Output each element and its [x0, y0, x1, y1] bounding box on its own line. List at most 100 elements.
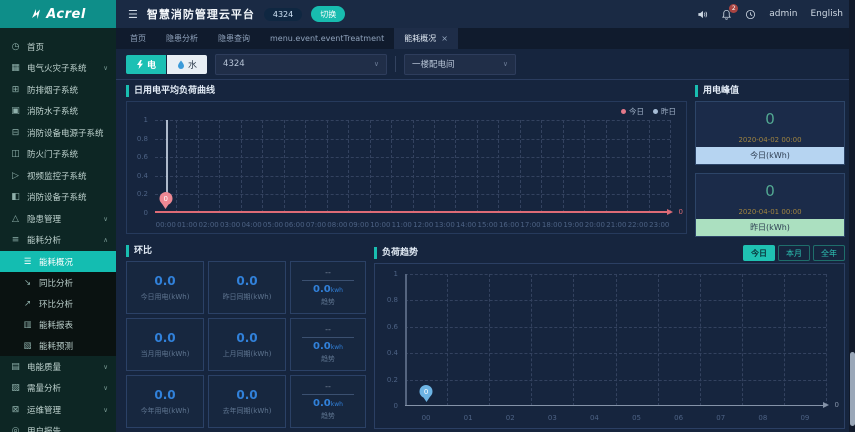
tab-event-treatment[interactable]: menu.event.eventTreatment — [260, 28, 394, 49]
electric-toggle-button[interactable]: 电 — [126, 54, 167, 74]
load-trend-chart[interactable]: 0 0.2 0.4 0.6 0.8 1 0 0 00 01 02 03 04 05 06 07 08 09 — [375, 264, 844, 428]
sidebar-item-label: 首页 — [27, 42, 45, 53]
x-tick-label: 09 — [800, 414, 810, 422]
trend-stat-card: -- 0.0kwh 趋势 — [290, 318, 366, 371]
y-tick-label: 0.8 — [386, 296, 398, 305]
sidebar-item-home[interactable]: 首页 — [0, 36, 116, 58]
sidebar-item-label: 电气火灾子系统 — [27, 64, 87, 75]
sidebar-item-label: 能耗分析 — [27, 236, 62, 247]
axis-end-label: 0 — [678, 208, 683, 216]
submenu-item-label: 同比分析 — [39, 278, 74, 289]
x-tick-label: 10:00 — [370, 221, 391, 229]
x-tick-label: 13:00 — [434, 221, 455, 229]
sidebar-item-user-report[interactable]: 用户报告 — [0, 421, 116, 432]
switch-button[interactable]: 切换 — [311, 6, 346, 22]
sidebar-item-electrical-fire[interactable]: 电气火灾子系统 — [0, 58, 116, 80]
sidebar-item-label: 防火门子系统 — [27, 150, 79, 161]
energy-overview-icon — [22, 257, 33, 267]
language-switch[interactable]: English — [811, 9, 844, 19]
axis-end-label: 0 — [834, 401, 839, 409]
brand-logo[interactable]: Acrel — [0, 0, 116, 28]
close-icon[interactable] — [441, 34, 448, 43]
y-tick-label: 0.2 — [386, 375, 398, 384]
y-tick-label: 0.4 — [386, 349, 398, 358]
tab-home[interactable]: 首页 — [120, 28, 156, 49]
sidebar-item-fire-door[interactable]: 防火门子系统 — [0, 144, 116, 166]
sidebar-item-label: 消防设备电源子系统 — [27, 128, 104, 139]
tab-hazard-analysis[interactable]: 隐患分析 — [156, 28, 208, 49]
chevron-down-icon — [99, 363, 108, 371]
device-select[interactable]: 4324 ∨ — [215, 53, 388, 75]
y-tick-label: 1 — [143, 116, 148, 124]
sidebar-item-video-monitor[interactable]: 视频监控子系统 — [0, 165, 116, 187]
plot-area[interactable]: 0 0 — [155, 120, 683, 216]
water-toggle-button[interactable]: 水 — [167, 54, 208, 74]
home-icon — [10, 42, 21, 52]
power-quality-icon — [10, 362, 21, 372]
smoke-control-icon — [10, 85, 21, 95]
legend-item-today[interactable]: 今日 — [621, 106, 644, 117]
x-tick-label: 08 — [758, 414, 768, 422]
x-tick-label: 21:00 — [606, 221, 627, 229]
sidebar-item-ops-management[interactable]: 运维管理 — [0, 399, 116, 421]
trend-separator — [302, 336, 354, 338]
stat-value: 0.0 — [236, 330, 258, 345]
x-tick-label: 22:00 — [627, 221, 648, 229]
range-month-button[interactable]: 本月 — [778, 245, 810, 261]
daily-load-chart[interactable]: 0 0.2 0.4 0.6 0.8 1 0 0 00:00 01:00 02:00 03:00 0… — [127, 102, 686, 233]
range-today-button[interactable]: 今日 — [743, 245, 775, 261]
trend-label: 趋势 — [321, 411, 335, 420]
peak-card-today: 0 2020-04-02 00:00 今日(kWh) — [695, 101, 845, 165]
scrollbar-thumb[interactable] — [849, 352, 855, 426]
fire-power-icon — [10, 128, 21, 138]
power-peak-panel: 用电峰值 0 2020-04-02 00:00 今日(kWh) 0 2020-0… — [695, 85, 845, 237]
bell-icon[interactable]: 2 — [721, 3, 739, 20]
x-tick-label: 07 — [716, 414, 726, 422]
sidebar-item-smoke-control[interactable]: 防排烟子系统 — [0, 79, 116, 101]
trend-separator — [302, 393, 354, 395]
y-axis: 0 0.2 0.4 0.6 0.8 1 — [375, 270, 402, 410]
tab-energy-overview[interactable]: 能耗概况 — [394, 28, 458, 49]
x-tick-label: 18:00 — [541, 221, 563, 229]
trend-value-number: 0.0 — [313, 340, 331, 352]
legend-item-yesterday[interactable]: 昨日 — [653, 106, 676, 117]
submenu-item-energy-forecast[interactable]: 能耗预测 — [0, 335, 116, 356]
stat-card: 0.0 去年同期(kWh) — [208, 375, 286, 428]
sidebar-item-hazard-management[interactable]: 隐患管理 — [0, 208, 116, 230]
sidebar-item-fire-water[interactable]: 消防水子系统 — [0, 101, 116, 123]
sidebar-item-energy-analysis[interactable]: 能耗分析 — [0, 230, 116, 252]
x-tick-label: 07:00 — [305, 221, 327, 229]
tab-label: 首页 — [130, 34, 146, 43]
sidebar-item-power-quality[interactable]: 电能质量 — [0, 356, 116, 378]
trend-stat-card: -- 0.0kwh 趋势 — [290, 375, 366, 428]
submenu-item-energy-report[interactable]: 能耗报表 — [0, 314, 116, 335]
stat-value: 0.0 — [154, 273, 176, 288]
tab-hazard-query[interactable]: 隐患查询 — [208, 28, 260, 49]
y-tick-label: 0 — [143, 209, 148, 217]
submenu-item-energy-overview[interactable]: 能耗概况 — [0, 251, 116, 272]
x-tick-label: 11:00 — [391, 221, 412, 229]
range-year-button[interactable]: 全年 — [813, 245, 845, 261]
peak-label-bar: 今日(kWh) — [696, 147, 844, 164]
stat-card: 0.0 今日用电(kWh) — [126, 261, 204, 314]
sidebar-item-fire-equipment-power[interactable]: 消防设备电源子系统 — [0, 122, 116, 144]
sidebar-item-fire-equipment[interactable]: 消防设备子系统 — [0, 187, 116, 209]
clock-icon[interactable] — [745, 9, 756, 20]
submenu-item-yoy-analysis[interactable]: 同比分析 — [0, 272, 116, 293]
station-badge: 4324 — [263, 7, 303, 21]
tab-label: 隐患分析 — [166, 34, 198, 43]
submenu-item-mom-analysis[interactable]: 环比分析 — [0, 293, 116, 314]
sidebar-item-demand-analysis[interactable]: 需量分析 — [0, 378, 116, 400]
user-name[interactable]: admin — [769, 9, 797, 19]
x-tick-label: 14:00 — [456, 221, 477, 229]
energy-forecast-icon — [22, 341, 33, 351]
trend-stat-card: -- 0.0kwh 趋势 — [290, 261, 366, 314]
y-tick-label: 1 — [393, 270, 398, 278]
stat-label: 去年同期(kWh) — [222, 406, 272, 415]
speaker-icon[interactable] — [697, 9, 708, 20]
hamburger-menu-icon[interactable] — [128, 8, 138, 21]
plot-area[interactable]: 0 0 — [405, 274, 839, 409]
peak-value: 0 — [765, 182, 775, 200]
main-content: 电 水 4324 ∨ 一楼配电间 ∨ 日用电平均负荷曲线 今日 昨日 0 0.2… — [116, 49, 855, 432]
room-select[interactable]: 一楼配电间 ∨ — [404, 53, 517, 75]
